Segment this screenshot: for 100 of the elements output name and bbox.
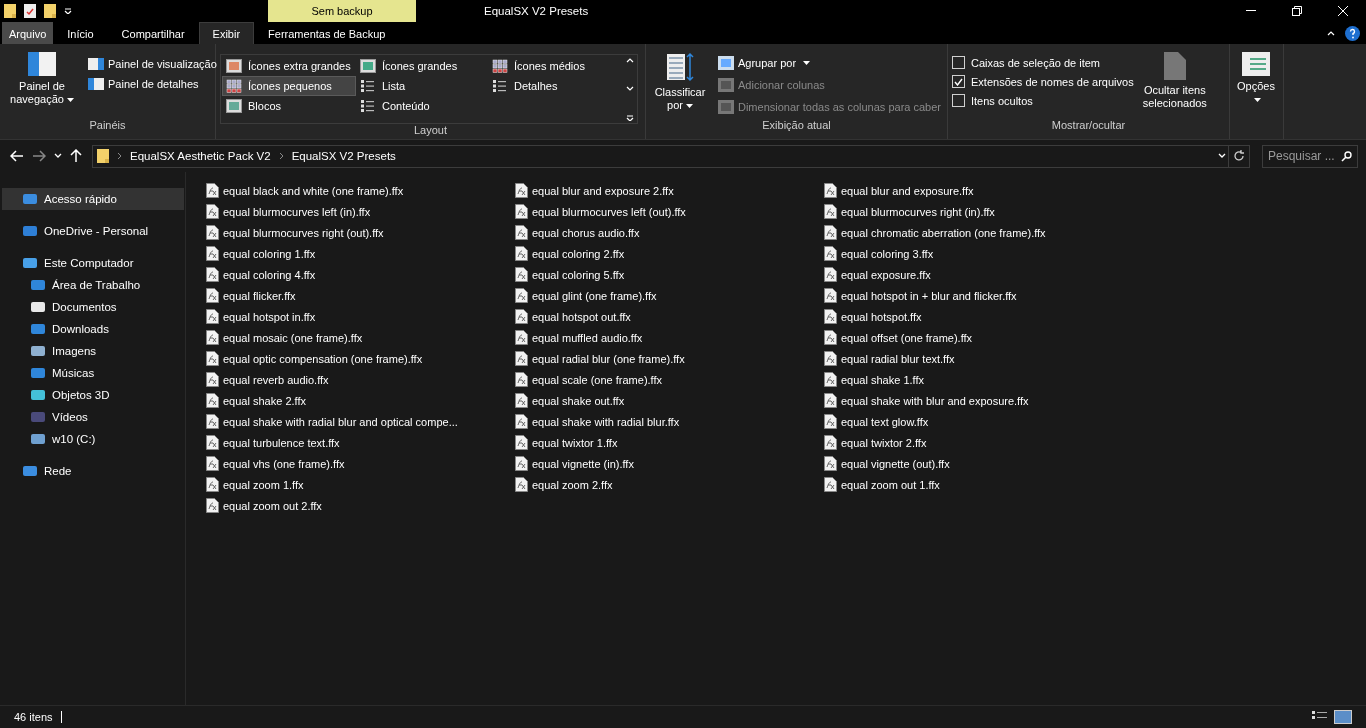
ribbon-tab[interactable]: Ferramentas de Backup xyxy=(254,22,400,44)
checkbox[interactable] xyxy=(952,94,965,107)
file-item[interactable]: equal shake with radial blur.ffx xyxy=(515,411,824,432)
checkbox[interactable] xyxy=(952,56,965,69)
sidebar-item[interactable]: w10 (C:) xyxy=(2,428,184,450)
layout-option[interactable]: Ícones pequenos xyxy=(222,76,356,96)
file-item[interactable]: equal text glow.ffx xyxy=(824,411,1133,432)
effect-file-icon xyxy=(515,414,528,429)
picture-icon xyxy=(360,59,376,73)
sidebar-item[interactable]: Documentos xyxy=(2,296,184,318)
layout-option[interactable]: Ícones extra grandes xyxy=(222,56,356,76)
file-item[interactable]: equal coloring 2.ffx xyxy=(515,243,824,264)
file-item[interactable]: equal chromatic aberration (one frame).ffx xyxy=(824,222,1133,243)
file-item[interactable]: equal zoom 2.ffx xyxy=(515,474,824,495)
file-item[interactable]: equal blur and exposure 2.ffx xyxy=(515,180,824,201)
back-arrow-icon xyxy=(10,150,24,162)
sidebar-item[interactable]: Músicas xyxy=(2,362,184,384)
file-item[interactable]: equal zoom 1.ffx xyxy=(206,474,515,495)
options-button[interactable]: Opções xyxy=(1234,48,1278,110)
file-item[interactable]: equal twixtor 1.ffx xyxy=(515,432,824,453)
file-item[interactable]: equal chorus audio.ffx xyxy=(515,222,824,243)
file-item[interactable]: equal hotspot in.ffx xyxy=(206,306,515,327)
file-item[interactable]: equal blurmocurves left (out).ffx xyxy=(515,201,824,222)
file-item[interactable]: equal turbulence text.ffx xyxy=(206,432,515,453)
sidebar-item[interactable]: Imagens xyxy=(2,340,184,362)
file-item[interactable]: equal vignette (in).ffx xyxy=(515,453,824,474)
sidebar-item[interactable]: Rede xyxy=(2,460,184,482)
file-item[interactable]: equal muffled audio.ffx xyxy=(515,327,824,348)
collapse-ribbon-icon xyxy=(1327,30,1335,36)
caret-icon xyxy=(66,98,74,103)
checkbox[interactable] xyxy=(952,75,965,88)
view-command-button[interactable]: Agrupar por xyxy=(716,54,943,72)
file-item[interactable]: equal vignette (out).ffx xyxy=(824,453,1133,474)
file-item[interactable]: equal scale (one frame).ffx xyxy=(515,369,824,390)
file-item[interactable]: equal offset (one frame).ffx xyxy=(824,327,1133,348)
sidebar-item[interactable]: Acesso rápido xyxy=(2,188,184,210)
file-item[interactable]: equal optic compensation (one frame).ffx xyxy=(206,348,515,369)
file-item[interactable]: equal shake with blur and exposure.ffx xyxy=(824,390,1133,411)
file-item[interactable]: equal shake with radial blur and optical compe... xyxy=(206,411,515,432)
file-item[interactable]: equal exposure.ffx xyxy=(824,264,1133,285)
up-button[interactable] xyxy=(68,147,84,165)
sidebar-item[interactable]: Este Computador xyxy=(2,252,184,274)
file-item[interactable]: equal vhs (one frame).ffx xyxy=(206,453,515,474)
group-label: Painéis xyxy=(88,119,127,133)
file-item[interactable]: equal zoom out 2.ffx xyxy=(206,495,515,516)
file-item[interactable]: equal shake 2.ffx xyxy=(206,390,515,411)
file-item[interactable]: equal flicker.ffx xyxy=(206,285,515,306)
back-button[interactable] xyxy=(8,148,26,164)
breadcrumb-item[interactable]: EqualSX Aesthetic Pack V2 xyxy=(130,150,271,162)
option-checkbox[interactable]: Extensões de nomes de arquivos xyxy=(952,75,1134,88)
option-checkbox[interactable]: Itens ocultos xyxy=(952,94,1134,107)
layout-option[interactable]: Ícones médios xyxy=(488,56,622,76)
file-item[interactable]: equal blurmocurves right (in).ffx xyxy=(824,201,1133,222)
file-item[interactable]: equal blurmocurves left (in).ffx xyxy=(206,201,515,222)
layout-option[interactable]: Ícones grandes xyxy=(356,56,488,76)
file-item[interactable]: equal coloring 5.ffx xyxy=(515,264,824,285)
file-item[interactable]: equal coloring 4.ffx xyxy=(206,264,515,285)
file-item[interactable]: equal shake out.ffx xyxy=(515,390,824,411)
file-item[interactable]: equal radial blur (one frame).ffx xyxy=(515,348,824,369)
pane-button[interactable]: Painel de visualização xyxy=(86,56,219,72)
breadcrumb-item[interactable]: EqualSX V2 Presets xyxy=(291,150,396,162)
file-item[interactable]: equal radial blur text.ffx xyxy=(824,348,1133,369)
ribbon-tab[interactable]: Exibir xyxy=(198,22,255,44)
effect-file-icon xyxy=(824,267,837,282)
ribbon-tab[interactable]: Compartilhar xyxy=(107,22,199,44)
effect-file-icon xyxy=(824,309,837,324)
file-item[interactable]: equal black and white (one frame).ffx xyxy=(206,180,515,201)
sort-button[interactable]: Classificar por xyxy=(650,48,710,116)
layout-option[interactable]: Lista xyxy=(356,76,488,96)
file-item[interactable]: equal zoom out 1.ffx xyxy=(824,474,1133,495)
ribbon-tab[interactable]: Arquivo xyxy=(2,22,54,44)
file-item[interactable]: equal coloring 1.ffx xyxy=(206,243,515,264)
file-item[interactable]: equal hotspot.ffx xyxy=(824,306,1133,327)
ribbon-tab[interactable]: Início xyxy=(53,22,108,44)
navigation-pane-button[interactable]: Painel de navegação xyxy=(4,48,80,110)
sidebar-item[interactable]: Área de Trabalho xyxy=(2,274,184,296)
file-item[interactable]: equal reverb audio.ffx xyxy=(206,369,515,390)
sidebar-item[interactable]: Objetos 3D xyxy=(2,384,184,406)
file-item[interactable]: equal shake 1.ffx xyxy=(824,369,1133,390)
pane-button[interactable]: Painel de detalhes xyxy=(86,76,219,92)
file-item[interactable]: equal hotspot out.ffx xyxy=(515,306,824,327)
file-item[interactable]: equal hotspot in + blur and flicker.ffx xyxy=(824,285,1133,306)
search-field[interactable]: Pesquisar ... xyxy=(1262,144,1358,168)
sidebar-item[interactable]: Downloads xyxy=(2,318,184,340)
layout-option[interactable]: Blocos xyxy=(222,96,356,116)
file-item[interactable]: equal glint (one frame).ffx xyxy=(515,285,824,306)
file-item[interactable]: equal coloring 3.ffx xyxy=(824,243,1133,264)
file-item[interactable]: equal blur and exposure.ffx xyxy=(824,180,1133,201)
file-item[interactable]: equal twixtor 2.ffx xyxy=(824,432,1133,453)
sidebar-item[interactable]: Vídeos xyxy=(2,406,184,428)
file-item[interactable]: equal blurmocurves right (out).ffx xyxy=(206,222,515,243)
sidebar-item[interactable]: OneDrive - Personal xyxy=(2,220,184,242)
folder-icon xyxy=(97,149,109,163)
file-item[interactable]: equal mosaic (one frame).ffx xyxy=(206,327,515,348)
hide-selected-button[interactable]: Ocultar itens selecionados xyxy=(1139,48,1210,114)
option-checkbox[interactable]: Caixas de seleção de item xyxy=(952,56,1134,69)
address-bar[interactable]: EqualSX Aesthetic Pack V2 EqualSX V2 Presets xyxy=(92,144,1250,168)
layout-option[interactable]: Detalhes xyxy=(488,76,622,96)
forward-button[interactable] xyxy=(30,148,48,164)
layout-option[interactable]: Conteúdo xyxy=(356,96,488,116)
